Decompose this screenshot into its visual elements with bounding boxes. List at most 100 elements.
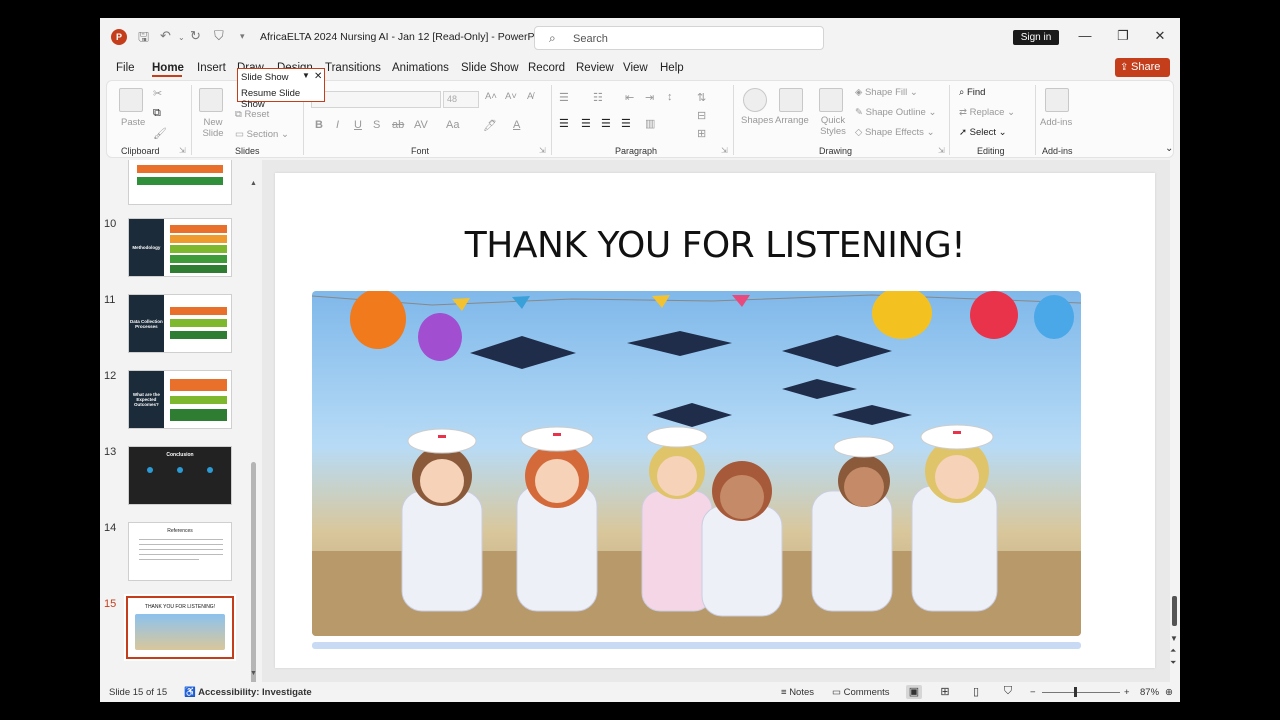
align-text-icon[interactable]: ⊟: [697, 109, 706, 122]
columns-icon[interactable]: ▥: [645, 117, 655, 130]
cut-icon[interactable]: ✂: [153, 87, 162, 100]
new-slide-label[interactable]: New Slide: [201, 117, 225, 139]
copy-icon[interactable]: ⧉: [153, 107, 161, 120]
customize-qat-icon[interactable]: ▾: [240, 31, 245, 42]
shape-effects-button[interactable]: ◇ Shape Effects ⌄: [855, 127, 935, 138]
increase-indent-icon[interactable]: ⇥: [645, 91, 654, 104]
slide-thumbnail-10[interactable]: Methodology: [128, 218, 232, 277]
slide-thumbnail-11[interactable]: Data Collection Processes: [128, 294, 232, 353]
decrease-indent-icon[interactable]: ⇤: [625, 91, 634, 104]
quick-styles-icon[interactable]: [819, 88, 843, 112]
close-icon[interactable]: ✕: [1150, 28, 1170, 44]
scroll-down-icon[interactable]: ▼: [1170, 634, 1178, 643]
zoom-slider-track[interactable]: [1042, 692, 1120, 693]
notes-button[interactable]: ≡ Notes: [781, 687, 814, 698]
clear-format-icon[interactable]: A̸: [527, 91, 533, 102]
normal-view-icon[interactable]: ▣: [906, 685, 922, 699]
quick-styles-label[interactable]: Quick Styles: [815, 115, 851, 137]
slide-thumbnail-14[interactable]: References: [128, 522, 232, 581]
resume-slide-show-item[interactable]: Resume Slide Show: [241, 88, 324, 110]
redo-icon[interactable]: ↻: [190, 28, 201, 44]
present-icon[interactable]: ⛉: [214, 28, 224, 44]
comments-button[interactable]: ▭ Comments: [832, 687, 890, 698]
align-right-icon[interactable]: ☰: [601, 117, 611, 130]
canvas-scrollbar[interactable]: ▼ ⏶ ⏷: [1170, 160, 1180, 682]
select-button[interactable]: ➚ Select ⌄: [959, 127, 1007, 138]
section-button[interactable]: ▭ Section ⌄: [235, 129, 289, 140]
slide-thumbnail-9[interactable]: [128, 160, 232, 205]
highlight-icon[interactable]: 🖊: [483, 119, 497, 132]
shape-fill-button[interactable]: ◈ Shape Fill ⌄: [855, 87, 918, 98]
font-name-combo[interactable]: [311, 91, 441, 108]
slideshow-view-icon[interactable]: ⛉: [1000, 685, 1016, 699]
replace-button[interactable]: ⇄ Replace ⌄: [959, 107, 1015, 118]
arrange-icon[interactable]: [779, 88, 803, 112]
numbering-icon[interactable]: ☷: [593, 91, 603, 104]
shrink-font-icon[interactable]: A˅: [505, 91, 517, 102]
slide-picture[interactable]: [312, 291, 1081, 636]
pane-scrollbar[interactable]: [251, 462, 256, 682]
strikethrough-icon[interactable]: ab: [392, 119, 404, 131]
collapse-ribbon-icon[interactable]: ⌄: [1165, 143, 1173, 154]
text-direction-icon[interactable]: ⇅: [697, 91, 706, 104]
slide-thumbnail-15[interactable]: THANK YOU FOR LISTENING!: [124, 594, 236, 661]
arrange-label[interactable]: Arrange: [775, 115, 809, 126]
addins-button-label[interactable]: Add-ins: [1040, 117, 1072, 128]
tab-record[interactable]: Record: [528, 62, 565, 74]
search-box[interactable]: ⌕ Search: [534, 26, 824, 50]
justify-icon[interactable]: ☰: [621, 117, 631, 130]
zoom-in-icon[interactable]: +: [1124, 687, 1130, 698]
accessibility-status[interactable]: ♿ Accessibility: Investigate: [184, 687, 312, 698]
smartart-icon[interactable]: ⊞: [697, 127, 706, 140]
slide-thumbnail-12[interactable]: What are the Expected Outcomes?: [128, 370, 232, 429]
new-slide-icon[interactable]: [199, 88, 223, 112]
tab-transitions[interactable]: Transitions: [325, 62, 381, 74]
share-button[interactable]: ⇪ Share ⌄: [1115, 58, 1170, 91]
font-launcher-icon[interactable]: ⇲: [539, 146, 546, 155]
slide-title[interactable]: THANK YOU FOR LISTENING!: [275, 225, 1155, 266]
undo-icon[interactable]: ↶: [160, 28, 171, 44]
char-spacing-icon[interactable]: AV: [414, 119, 428, 131]
change-case-icon[interactable]: Aa: [446, 119, 459, 131]
shadow-icon[interactable]: S: [373, 119, 380, 131]
addins-icon[interactable]: [1045, 88, 1069, 112]
format-painter-icon[interactable]: 🖌: [153, 127, 167, 140]
pane-scroll-down-icon[interactable]: ▼: [250, 670, 257, 677]
bold-icon[interactable]: B: [315, 119, 323, 131]
pane-scroll-up-icon[interactable]: ▲: [250, 180, 257, 187]
underline-icon[interactable]: U: [354, 119, 362, 131]
tab-help[interactable]: Help: [660, 62, 684, 74]
italic-icon[interactable]: I: [336, 119, 339, 131]
slide-sorter-icon[interactable]: ⊞: [937, 685, 953, 699]
zoom-out-icon[interactable]: −: [1030, 687, 1036, 698]
shapes-label[interactable]: Shapes: [741, 115, 773, 126]
previous-slide-icon[interactable]: ⏶: [1170, 646, 1176, 656]
zoom-level[interactable]: 87%: [1140, 687, 1159, 698]
tab-insert[interactable]: Insert: [197, 62, 226, 74]
reset-button[interactable]: ⧉ Reset: [235, 109, 269, 120]
canvas-scroll-thumb[interactable]: [1172, 596, 1177, 626]
find-button[interactable]: ⌕ Find: [959, 87, 985, 98]
tab-file[interactable]: File: [116, 62, 135, 74]
reading-view-icon[interactable]: ▯: [968, 685, 984, 699]
clipboard-launcher-icon[interactable]: ⇲: [179, 146, 186, 155]
popup-pin-icon[interactable]: ▼: [302, 71, 310, 80]
sign-in-button[interactable]: Sign in: [1013, 30, 1059, 45]
grow-font-icon[interactable]: A˄: [485, 91, 497, 102]
slide-thumbnail-13[interactable]: Conclusion: [128, 446, 232, 505]
paste-icon[interactable]: [119, 88, 143, 112]
shape-outline-button[interactable]: ✎ Shape Outline ⌄: [855, 107, 936, 118]
drawing-launcher-icon[interactable]: ⇲: [938, 146, 945, 155]
undo-dropdown-icon[interactable]: ⌄: [178, 33, 185, 42]
align-left-icon[interactable]: ☰: [559, 117, 569, 130]
current-slide[interactable]: THANK YOU FOR LISTENING!: [275, 173, 1155, 668]
tab-review[interactable]: Review: [576, 62, 614, 74]
paragraph-launcher-icon[interactable]: ⇲: [721, 146, 728, 155]
minimize-icon[interactable]: —: [1075, 28, 1095, 43]
tab-slide-show[interactable]: Slide Show: [461, 62, 519, 74]
next-slide-icon[interactable]: ⏷: [1170, 658, 1176, 668]
bullets-icon[interactable]: ☰: [559, 91, 569, 104]
font-size-combo[interactable]: 48: [443, 91, 479, 108]
line-spacing-icon[interactable]: ↕: [667, 91, 673, 103]
shapes-icon[interactable]: [743, 88, 767, 112]
